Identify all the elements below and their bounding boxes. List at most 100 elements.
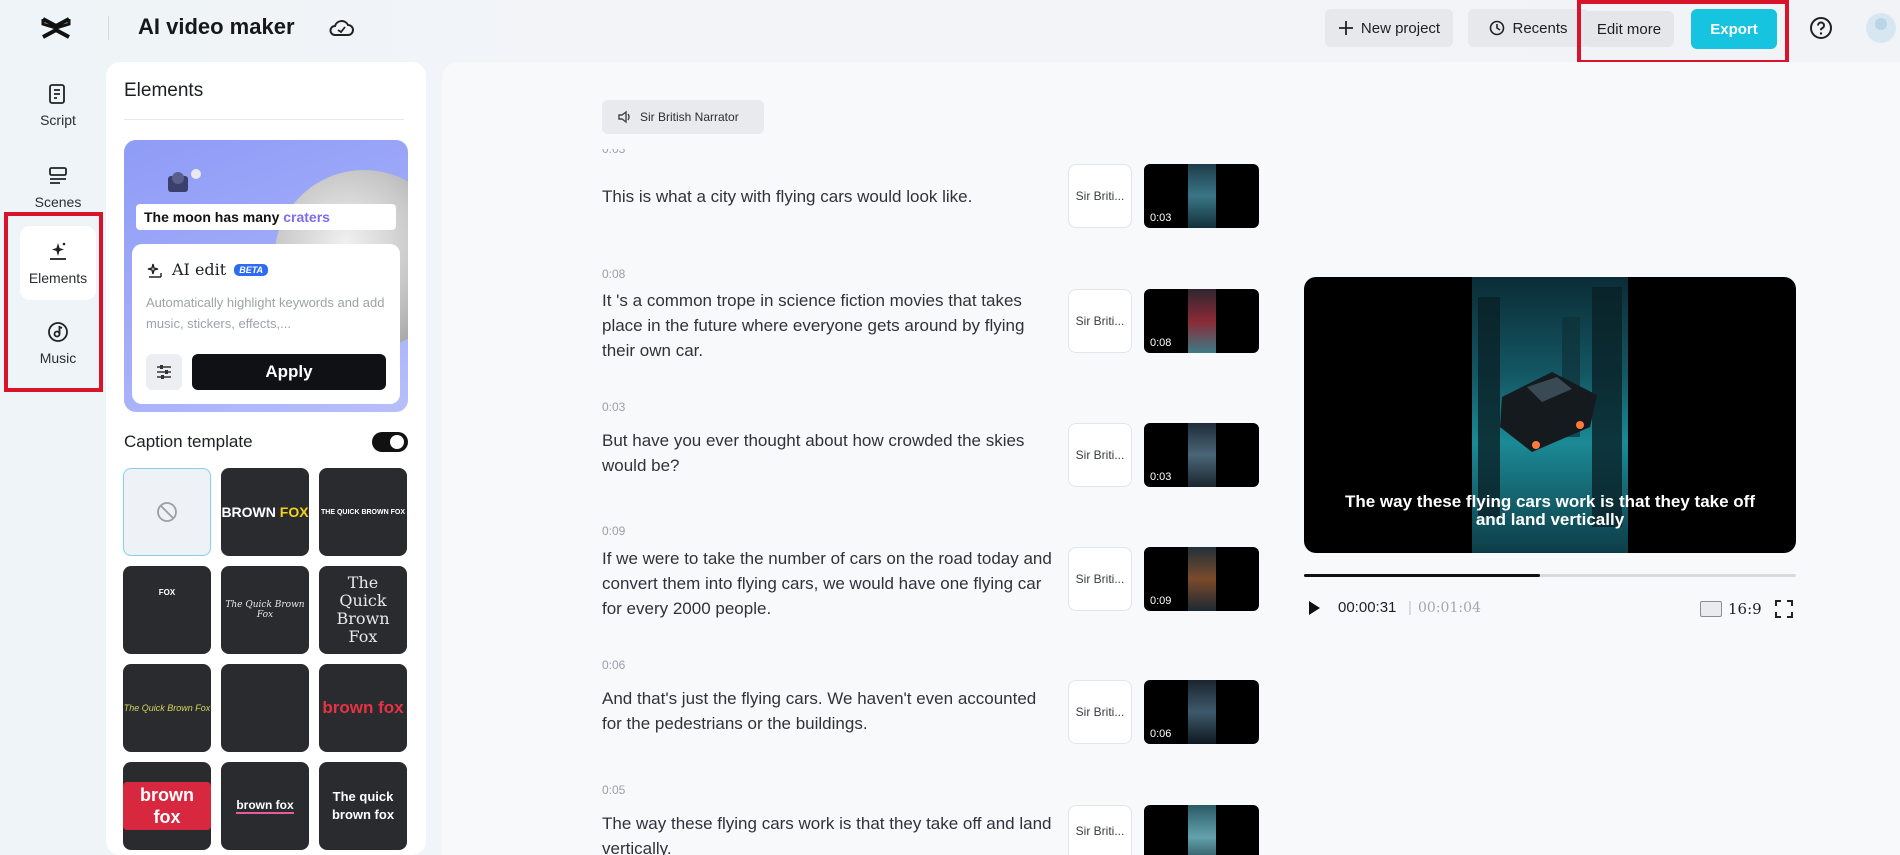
scene-4-text[interactable]: If we were to take the number of cars on… — [602, 546, 1052, 621]
playback-progress[interactable] — [1304, 574, 1796, 577]
template-quick-brown-fox-serif[interactable]: The Quick Brown Fox — [221, 566, 309, 654]
nav-script[interactable]: Script — [20, 68, 96, 142]
scene-6-thumbnail[interactable] — [1144, 805, 1259, 855]
app-title: AI video maker — [138, 14, 295, 39]
scene-3-duration: 0:03 — [1150, 471, 1172, 483]
sample-caption-accent: craters — [283, 209, 330, 225]
time-separator: | — [1408, 599, 1412, 616]
scene-5-thumbnail[interactable]: 0:06 — [1144, 680, 1259, 744]
scene-3-thumbnail-image — [1188, 423, 1216, 487]
export-button[interactable]: Export — [1691, 9, 1777, 49]
ai-edit-settings-button[interactable] — [146, 354, 182, 390]
template-brown-fox-pink[interactable]: brown fox — [123, 762, 211, 850]
nav-elements-label: Elements — [28, 270, 88, 286]
voice-selector[interactable]: Sir British Narrator — [602, 100, 764, 134]
template-text: The Quick Brown Fox — [336, 573, 390, 646]
astronaut-illustration — [168, 169, 201, 192]
scene-6-text[interactable]: The way these flying cars work is that t… — [602, 811, 1052, 855]
sliders-icon — [157, 365, 171, 379]
video-preview[interactable]: The way these flying cars work is that t… — [1304, 277, 1796, 553]
scene-5-duration: 0:06 — [1150, 728, 1172, 740]
ai-edit-title: AI edit — [172, 260, 227, 279]
caption-template-toggle[interactable] — [372, 432, 408, 452]
nav-scenes[interactable]: Scenes — [20, 150, 96, 224]
scene-3-text[interactable]: But have you ever thought about how crow… — [602, 428, 1052, 478]
plus-icon — [1338, 21, 1353, 35]
play-icon[interactable] — [1306, 600, 1322, 616]
clock-icon — [1490, 20, 1505, 36]
scene-2-voice[interactable]: Sir Briti... — [1068, 289, 1132, 353]
ai-edit-icon — [147, 263, 162, 278]
scene-6-voice[interactable]: Sir Briti... — [1068, 805, 1132, 855]
template-text: The Quick Brown Fox — [123, 703, 211, 713]
scene-1-text[interactable]: This is what a city with flying cars wou… — [602, 184, 1052, 209]
scene-2-text[interactable]: It 's a common trope in science fiction … — [602, 288, 1052, 363]
scene-2-time: 0:08 — [602, 267, 626, 281]
fullscreen-icon[interactable] — [1774, 599, 1794, 619]
template-text-accent: FOX — [279, 504, 309, 520]
capcut-logo-icon[interactable] — [40, 14, 72, 42]
template-none[interactable] — [123, 468, 211, 556]
cloud-sync-icon[interactable] — [328, 16, 354, 40]
nav-music-label: Music — [39, 350, 77, 366]
script-icon — [49, 84, 65, 104]
scene-4-duration: 0:09 — [1150, 595, 1172, 607]
edit-more-button[interactable]: Edit more — [1584, 11, 1674, 47]
template-text: The quick brown fox — [331, 789, 395, 822]
template-quick-brown-fox-yellow[interactable]: The quick brown fox — [319, 762, 407, 850]
sample-caption-prefix: The moon has many — [144, 209, 280, 225]
scene-3-time: 0:03 — [602, 400, 626, 414]
scene-5-text[interactable]: And that's just the flying cars. We have… — [602, 686, 1052, 736]
scene-1-thumbnail[interactable]: 0:03 — [1144, 164, 1259, 228]
sparkle-icon — [50, 242, 66, 260]
aspect-ratio-icon[interactable] — [1700, 601, 1722, 617]
scene-4-thumbnail-image — [1188, 547, 1216, 611]
caption-template-title: Caption template — [124, 432, 253, 451]
total-time: 00:01:04 — [1418, 600, 1481, 616]
help-icon[interactable] — [1809, 16, 1833, 40]
template-fox[interactable]: FOX — [123, 566, 211, 654]
top-bar: AI video maker New project Recents Edit … — [0, 0, 1900, 64]
nav-music[interactable]: Music — [20, 306, 96, 380]
template-text: BROWN FOX — [221, 504, 309, 520]
sample-caption: The moon has many craters — [136, 204, 396, 230]
template-quick-brown-fox-italic[interactable]: The Quick Brown Fox — [123, 664, 211, 752]
recents-label: Recents — [1512, 19, 1568, 37]
scene-1-duration: 0:03 — [1150, 212, 1172, 224]
template-text: brown fox — [123, 782, 211, 830]
template-quick-brown-fox-large[interactable]: The Quick Brown Fox — [319, 566, 407, 654]
nav-elements[interactable]: Elements — [20, 226, 96, 300]
nav-scenes-label: Scenes — [34, 194, 82, 210]
scene-3-thumbnail[interactable]: 0:03 — [1144, 423, 1259, 487]
recents-button[interactable]: Recents — [1468, 9, 1589, 47]
scene-6-thumbnail-image — [1188, 805, 1216, 855]
scene-5-time: 0:06 — [602, 658, 626, 672]
template-text: THE QUICK BROWN FOX — [321, 508, 405, 516]
panel-divider — [124, 119, 404, 120]
avatar[interactable] — [1866, 13, 1896, 43]
scene-4-voice[interactable]: Sir Briti... — [1068, 547, 1132, 611]
scene-6-time: 0:05 — [602, 783, 626, 797]
template-brown-fox-red[interactable]: brown fox — [319, 664, 407, 752]
scene-4-time: 0:09 — [602, 524, 626, 538]
template-brown-fox-underline[interactable]: brown fox — [221, 762, 309, 850]
template-text: The Quick Brown Fox — [225, 600, 305, 620]
template-blank[interactable] — [221, 664, 309, 752]
aspect-ratio-label[interactable]: 16:9 — [1728, 600, 1762, 618]
scene-5-voice[interactable]: Sir Briti... — [1068, 680, 1132, 744]
scene-2-thumbnail[interactable]: 0:08 — [1144, 289, 1259, 353]
current-time: 00:00:31 — [1338, 599, 1397, 616]
new-project-button[interactable]: New project — [1325, 9, 1453, 47]
beta-badge: BETA — [234, 263, 269, 276]
template-brown-fox-yellow[interactable]: BROWN FOX — [221, 468, 309, 556]
preview-subtitle: The way these flying cars work is that t… — [1344, 492, 1755, 529]
template-text: brown fox — [322, 698, 404, 717]
template-quick-brown-fox-caps[interactable]: THE QUICK BROWN FOX — [319, 468, 407, 556]
scene-4-thumbnail[interactable]: 0:09 — [1144, 547, 1259, 611]
scene-1-voice[interactable]: Sir Briti... — [1068, 164, 1132, 228]
apply-button[interactable]: Apply — [192, 354, 386, 390]
panel-title: Elements — [124, 80, 204, 101]
ai-edit-description: Automatically highlight keywords and add… — [146, 295, 385, 331]
ai-edit-card: AI edit BETA Automatically highlight key… — [132, 244, 400, 404]
scene-3-voice[interactable]: Sir Briti... — [1068, 423, 1132, 487]
